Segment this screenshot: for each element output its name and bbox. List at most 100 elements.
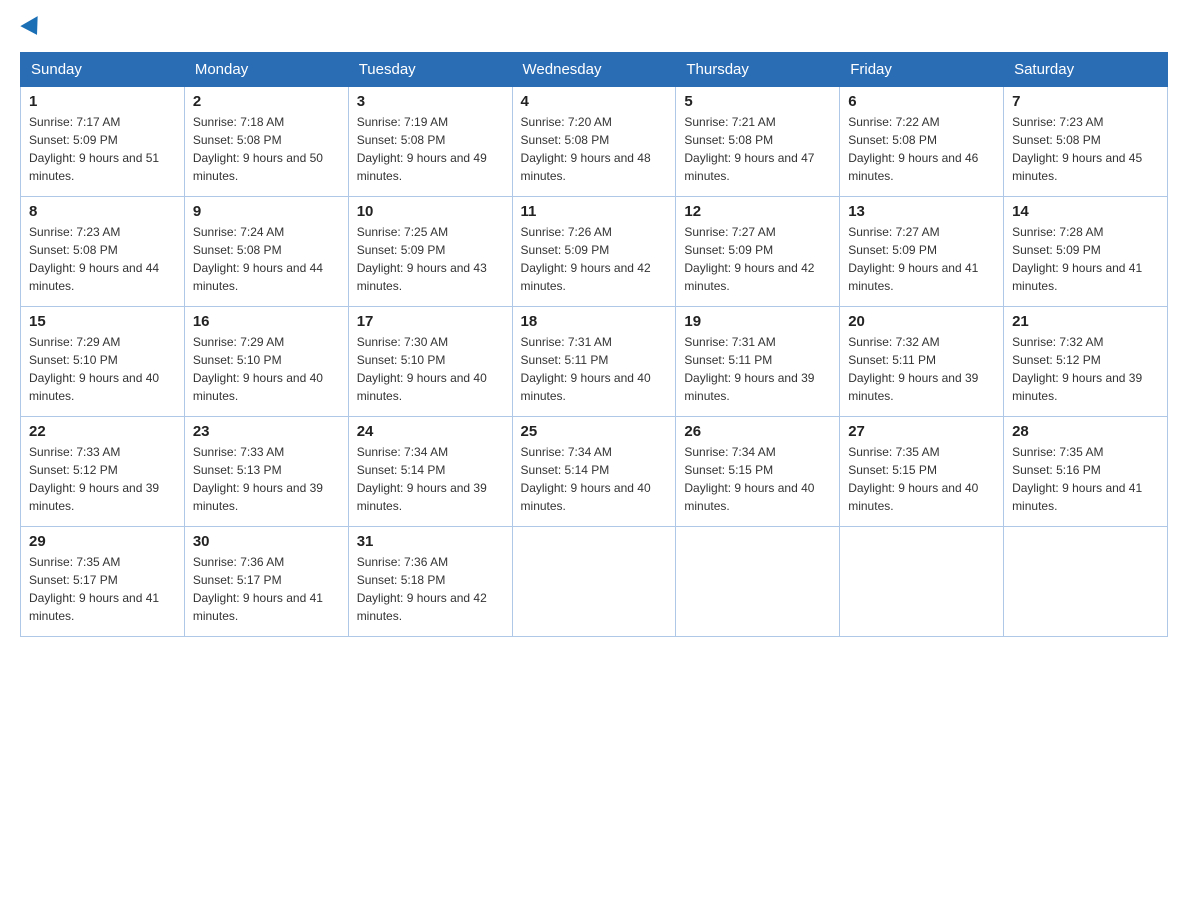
day-info: Sunrise: 7:35 AMSunset: 5:16 PMDaylight:… bbox=[1012, 443, 1159, 515]
calendar-cell: 23 Sunrise: 7:33 AMSunset: 5:13 PMDayligh… bbox=[184, 417, 348, 527]
day-info: Sunrise: 7:23 AMSunset: 5:08 PMDaylight:… bbox=[29, 223, 176, 295]
day-number: 30 bbox=[193, 533, 340, 550]
day-number: 5 bbox=[684, 93, 831, 110]
day-number: 9 bbox=[193, 203, 340, 220]
page-header bbox=[20, 20, 1168, 36]
logo-triangle-icon bbox=[20, 16, 45, 40]
calendar-cell: 6 Sunrise: 7:22 AMSunset: 5:08 PMDaylight… bbox=[840, 87, 1004, 197]
day-info: Sunrise: 7:34 AMSunset: 5:15 PMDaylight:… bbox=[684, 443, 831, 515]
day-info: Sunrise: 7:19 AMSunset: 5:08 PMDaylight:… bbox=[357, 113, 504, 185]
calendar-cell: 20Sunrise: 7:32 AMSunset: 5:11 PMDayligh… bbox=[840, 307, 1004, 417]
calendar-cell: 13Sunrise: 7:27 AMSunset: 5:09 PMDayligh… bbox=[840, 197, 1004, 307]
day-number: 8 bbox=[29, 203, 176, 220]
weekday-header-row: SundayMondayTuesdayWednesdayThursdayFrid… bbox=[21, 53, 1168, 87]
calendar-cell: 7Sunrise: 7:23 AMSunset: 5:08 PMDaylight… bbox=[1004, 87, 1168, 197]
calendar-cell: 8 Sunrise: 7:23 AMSunset: 5:08 PMDaylight… bbox=[21, 197, 185, 307]
calendar-body: 1 Sunrise: 7:17 AMSunset: 5:09 PMDaylight… bbox=[21, 87, 1168, 637]
weekday-header-saturday: Saturday bbox=[1004, 53, 1168, 87]
day-number: 19 bbox=[684, 313, 831, 330]
calendar-cell: 9Sunrise: 7:24 AMSunset: 5:08 PMDaylight… bbox=[184, 197, 348, 307]
calendar-week-row: 29 Sunrise: 7:35 AMSunset: 5:17 PMDayligh… bbox=[21, 527, 1168, 637]
day-info: Sunrise: 7:22 AMSunset: 5:08 PMDaylight:… bbox=[848, 113, 995, 185]
calendar-header: SundayMondayTuesdayWednesdayThursdayFrid… bbox=[21, 53, 1168, 87]
logo-text bbox=[20, 20, 46, 36]
day-number: 4 bbox=[521, 93, 668, 110]
calendar-week-row: 22 Sunrise: 7:33 AMSunset: 5:12 PMDayligh… bbox=[21, 417, 1168, 527]
weekday-header-wednesday: Wednesday bbox=[512, 53, 676, 87]
day-number: 24 bbox=[357, 423, 504, 440]
calendar-cell: 29 Sunrise: 7:35 AMSunset: 5:17 PMDayligh… bbox=[21, 527, 185, 637]
day-info: Sunrise: 7:33 AMSunset: 5:12 PMDaylight:… bbox=[29, 443, 176, 515]
day-info: Sunrise: 7:36 AMSunset: 5:18 PMDaylight:… bbox=[357, 553, 504, 625]
calendar-cell: 31 Sunrise: 7:36 AMSunset: 5:18 PMDayligh… bbox=[348, 527, 512, 637]
weekday-header-sunday: Sunday bbox=[21, 53, 185, 87]
day-number: 22 bbox=[29, 423, 176, 440]
calendar-cell: 11Sunrise: 7:26 AMSunset: 5:09 PMDayligh… bbox=[512, 197, 676, 307]
calendar-cell: 4Sunrise: 7:20 AMSunset: 5:08 PMDaylight… bbox=[512, 87, 676, 197]
calendar-week-row: 8 Sunrise: 7:23 AMSunset: 5:08 PMDaylight… bbox=[21, 197, 1168, 307]
day-number: 6 bbox=[848, 93, 995, 110]
day-info: Sunrise: 7:25 AMSunset: 5:09 PMDaylight:… bbox=[357, 223, 504, 295]
day-number: 13 bbox=[848, 203, 995, 220]
day-info: Sunrise: 7:28 AMSunset: 5:09 PMDaylight:… bbox=[1012, 223, 1159, 295]
calendar-cell: 22 Sunrise: 7:33 AMSunset: 5:12 PMDayligh… bbox=[21, 417, 185, 527]
calendar-cell bbox=[1004, 527, 1168, 637]
day-number: 10 bbox=[357, 203, 504, 220]
calendar-cell: 24 Sunrise: 7:34 AMSunset: 5:14 PMDayligh… bbox=[348, 417, 512, 527]
day-info: Sunrise: 7:18 AMSunset: 5:08 PMDaylight:… bbox=[193, 113, 340, 185]
day-number: 29 bbox=[29, 533, 176, 550]
day-number: 23 bbox=[193, 423, 340, 440]
calendar-cell bbox=[512, 527, 676, 637]
calendar-cell: 1 Sunrise: 7:17 AMSunset: 5:09 PMDaylight… bbox=[21, 87, 185, 197]
day-info: Sunrise: 7:32 AMSunset: 5:12 PMDaylight:… bbox=[1012, 333, 1159, 405]
calendar-cell: 25 Sunrise: 7:34 AMSunset: 5:14 PMDayligh… bbox=[512, 417, 676, 527]
calendar-cell: 14 Sunrise: 7:28 AMSunset: 5:09 PMDayligh… bbox=[1004, 197, 1168, 307]
day-info: Sunrise: 7:34 AMSunset: 5:14 PMDaylight:… bbox=[521, 443, 668, 515]
day-number: 17 bbox=[357, 313, 504, 330]
calendar-week-row: 15Sunrise: 7:29 AMSunset: 5:10 PMDayligh… bbox=[21, 307, 1168, 417]
calendar-cell: 21 Sunrise: 7:32 AMSunset: 5:12 PMDayligh… bbox=[1004, 307, 1168, 417]
day-info: Sunrise: 7:29 AMSunset: 5:10 PMDaylight:… bbox=[29, 333, 176, 405]
day-info: Sunrise: 7:29 AMSunset: 5:10 PMDaylight:… bbox=[193, 333, 340, 405]
day-number: 21 bbox=[1012, 313, 1159, 330]
day-info: Sunrise: 7:21 AMSunset: 5:08 PMDaylight:… bbox=[684, 113, 831, 185]
calendar-cell: 30 Sunrise: 7:36 AMSunset: 5:17 PMDayligh… bbox=[184, 527, 348, 637]
calendar-cell: 18 Sunrise: 7:31 AMSunset: 5:11 PMDayligh… bbox=[512, 307, 676, 417]
day-info: Sunrise: 7:31 AMSunset: 5:11 PMDaylight:… bbox=[521, 333, 668, 405]
calendar-table: SundayMondayTuesdayWednesdayThursdayFrid… bbox=[20, 52, 1168, 637]
day-number: 25 bbox=[521, 423, 668, 440]
calendar-cell: 27 Sunrise: 7:35 AMSunset: 5:15 PMDayligh… bbox=[840, 417, 1004, 527]
day-number: 14 bbox=[1012, 203, 1159, 220]
day-number: 18 bbox=[521, 313, 668, 330]
day-number: 27 bbox=[848, 423, 995, 440]
logo bbox=[20, 20, 46, 36]
day-info: Sunrise: 7:31 AMSunset: 5:11 PMDaylight:… bbox=[684, 333, 831, 405]
day-number: 12 bbox=[684, 203, 831, 220]
calendar-cell: 12Sunrise: 7:27 AMSunset: 5:09 PMDayligh… bbox=[676, 197, 840, 307]
day-number: 26 bbox=[684, 423, 831, 440]
calendar-cell: 3Sunrise: 7:19 AMSunset: 5:08 PMDaylight… bbox=[348, 87, 512, 197]
day-info: Sunrise: 7:35 AMSunset: 5:15 PMDaylight:… bbox=[848, 443, 995, 515]
day-info: Sunrise: 7:30 AMSunset: 5:10 PMDaylight:… bbox=[357, 333, 504, 405]
day-number: 28 bbox=[1012, 423, 1159, 440]
day-info: Sunrise: 7:36 AMSunset: 5:17 PMDaylight:… bbox=[193, 553, 340, 625]
day-number: 1 bbox=[29, 93, 176, 110]
calendar-cell: 5 Sunrise: 7:21 AMSunset: 5:08 PMDaylight… bbox=[676, 87, 840, 197]
calendar-cell: 17 Sunrise: 7:30 AMSunset: 5:10 PMDayligh… bbox=[348, 307, 512, 417]
calendar-cell bbox=[840, 527, 1004, 637]
weekday-header-tuesday: Tuesday bbox=[348, 53, 512, 87]
day-info: Sunrise: 7:17 AMSunset: 5:09 PMDaylight:… bbox=[29, 113, 176, 185]
day-number: 31 bbox=[357, 533, 504, 550]
calendar-cell: 15Sunrise: 7:29 AMSunset: 5:10 PMDayligh… bbox=[21, 307, 185, 417]
day-info: Sunrise: 7:35 AMSunset: 5:17 PMDaylight:… bbox=[29, 553, 176, 625]
calendar-cell: 26 Sunrise: 7:34 AMSunset: 5:15 PMDayligh… bbox=[676, 417, 840, 527]
day-info: Sunrise: 7:26 AMSunset: 5:09 PMDaylight:… bbox=[521, 223, 668, 295]
day-number: 7 bbox=[1012, 93, 1159, 110]
weekday-header-monday: Monday bbox=[184, 53, 348, 87]
day-info: Sunrise: 7:34 AMSunset: 5:14 PMDaylight:… bbox=[357, 443, 504, 515]
calendar-cell bbox=[676, 527, 840, 637]
calendar-cell: 2Sunrise: 7:18 AMSunset: 5:08 PMDaylight… bbox=[184, 87, 348, 197]
day-info: Sunrise: 7:33 AMSunset: 5:13 PMDaylight:… bbox=[193, 443, 340, 515]
calendar-cell: 19 Sunrise: 7:31 AMSunset: 5:11 PMDayligh… bbox=[676, 307, 840, 417]
day-number: 20 bbox=[848, 313, 995, 330]
